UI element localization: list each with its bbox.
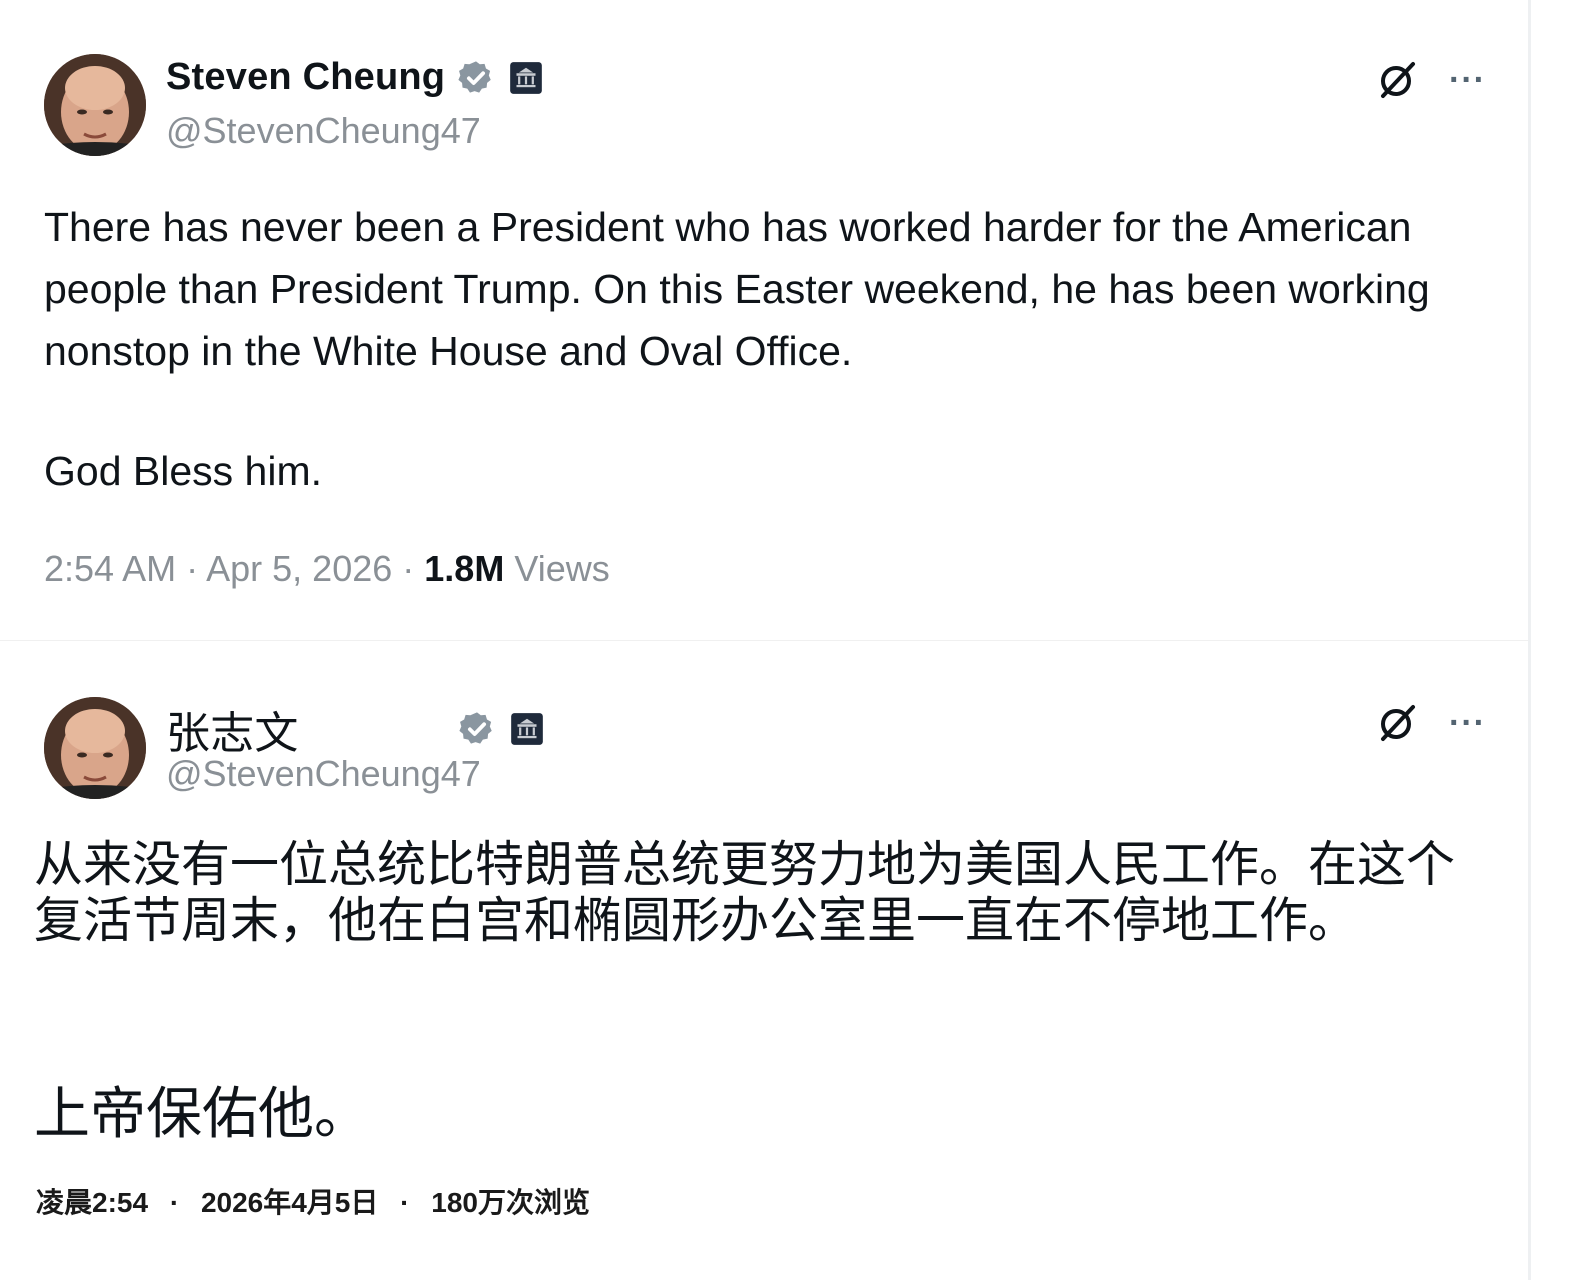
views-count[interactable]: 1.8M	[424, 548, 504, 589]
verified-badge-icon[interactable]	[457, 59, 495, 97]
author-display-name[interactable]: 张志文	[166, 697, 446, 761]
tweet-card-english: Steven Cheung @StevenCheung47 ··· There …	[0, 0, 1528, 640]
tweet-date[interactable]: Apr 5, 2026	[206, 548, 392, 589]
more-options-icon[interactable]: ···	[1449, 60, 1486, 100]
tweet-body-closing: 上帝保佑他。	[34, 1082, 370, 1145]
author-display-name[interactable]: Steven Cheung	[166, 56, 445, 99]
views-count[interactable]: 180万次浏览	[431, 1187, 590, 1218]
government-badge-icon[interactable]	[508, 710, 546, 748]
more-options-icon[interactable]: ···	[1449, 703, 1486, 743]
tweet-time[interactable]: 凌晨2:54	[36, 1187, 148, 1218]
meta-separator: ·	[186, 548, 207, 589]
author-handle[interactable]: @StevenCheung47	[166, 753, 481, 795]
meta-separator: ·	[402, 548, 425, 589]
author-name-row: Steven Cheung	[166, 56, 545, 99]
tweet-top-actions: ···	[1375, 701, 1486, 745]
grok-icon[interactable]	[1375, 701, 1419, 745]
meta-separator: ·	[169, 1187, 180, 1218]
meta-separator: ·	[400, 1187, 410, 1218]
tweet-body-text: There has never been a President who has…	[44, 204, 1430, 374]
grok-icon[interactable]	[1375, 58, 1419, 102]
tweet-time[interactable]: 2:54 AM	[44, 548, 176, 589]
tweet-meta-line: 凌晨2:54 · 2026年4月5日 · 180万次浏览	[36, 1181, 590, 1221]
tweet-meta-line: 2:54 AM · Apr 5, 2026 · 1.8M Views	[44, 548, 610, 590]
tweet-top-actions: ···	[1375, 58, 1486, 102]
verified-badge-icon[interactable]	[458, 710, 496, 748]
tweet-date[interactable]: 2026年4月5日	[201, 1187, 378, 1218]
author-name-row: 张志文	[166, 697, 546, 761]
author-avatar[interactable]	[44, 54, 146, 156]
government-badge-icon[interactable]	[507, 59, 545, 97]
tweet-card-chinese: 张志文 @StevenCheung47 ··· 从来没有一位总统比特朗普总统更努…	[0, 640, 1528, 1281]
author-avatar[interactable]	[44, 697, 146, 799]
page-right-border	[1528, 0, 1531, 1280]
author-handle[interactable]: @StevenCheung47	[166, 110, 481, 152]
tweet-body-closing: God Bless him.	[44, 448, 322, 494]
views-label[interactable]: Views	[514, 548, 609, 589]
tweet-body-text: 从来没有一位总统比特朗普总统更努力地为美国人民工作。在这个复活节周末，他在白宫和…	[34, 838, 1456, 948]
